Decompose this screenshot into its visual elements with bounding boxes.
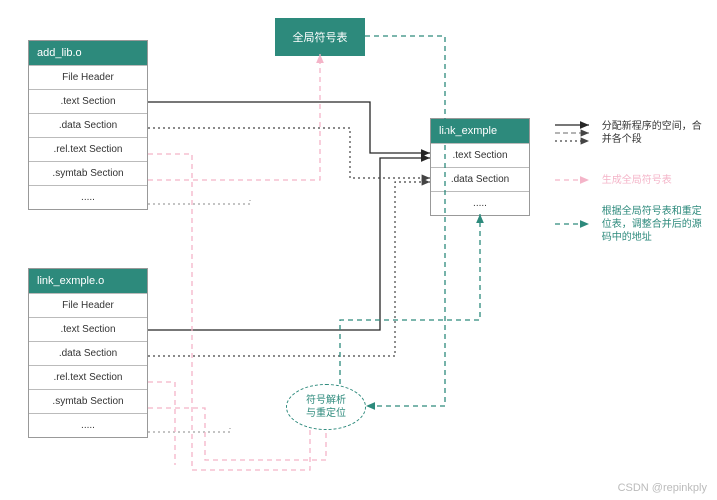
ellipse-label: 符号解析 与重定位 bbox=[306, 394, 346, 420]
box-link-exmple-o-row: .text Section bbox=[29, 317, 147, 341]
box-link-exmple-row: .data Section bbox=[431, 167, 529, 191]
arrow-obj1-text-to-output bbox=[148, 102, 430, 153]
box-link-exmple: link_exmple .text Section .data Section … bbox=[430, 118, 530, 216]
box-link-exmple-row: ..... bbox=[431, 191, 529, 215]
box-add-lib-row: ..... bbox=[29, 185, 147, 209]
box-link-exmple-o-row: File Header bbox=[29, 293, 147, 317]
arrow-obj2-data-to-output bbox=[148, 182, 430, 356]
box-add-lib: add_lib.o File Header .text Section .dat… bbox=[28, 40, 148, 210]
legend-arrow-pink bbox=[555, 177, 593, 185]
legend-entry-reloc: 根据全局符号表和重定位表，调整合并后的源码中的地址 bbox=[555, 205, 702, 244]
arrow-obj1-symtab-to-global bbox=[148, 54, 320, 180]
box-link-exmple-o-header: link_exmple.o bbox=[29, 269, 147, 293]
watermark: CSDN @repinkply bbox=[618, 482, 707, 494]
box-add-lib-header: add_lib.o bbox=[29, 41, 147, 65]
arrow-obj1-rest-to-output bbox=[148, 200, 250, 204]
box-add-lib-row: File Header bbox=[29, 65, 147, 89]
arrow-obj1-data-to-output bbox=[148, 128, 430, 178]
box-add-lib-row: .text Section bbox=[29, 89, 147, 113]
legend-text-merge: 分配新程序的空间，合并各个段 bbox=[602, 120, 702, 146]
global-symbol-table: 全局符号表 bbox=[275, 18, 365, 56]
legend-entry-merge: 分配新程序的空间，合并各个段 bbox=[555, 120, 702, 146]
box-link-exmple-o-row: ..... bbox=[29, 413, 147, 437]
box-add-lib-row: .data Section bbox=[29, 113, 147, 137]
arrow-obj1-rel-to-ellipse bbox=[148, 154, 310, 470]
diagram-canvas: add_lib.o File Header .text Section .dat… bbox=[0, 0, 717, 500]
box-add-lib-row: .symtab Section bbox=[29, 161, 147, 185]
box-link-exmple-o-row: .rel.text Section bbox=[29, 365, 147, 389]
box-link-exmple-o-row: .symtab Section bbox=[29, 389, 147, 413]
legend-text-reloc: 根据全局符号表和重定位表，调整合并后的源码中的地址 bbox=[602, 205, 702, 244]
arrow-ellipse-to-output bbox=[340, 214, 480, 384]
legend-entry-global: 生成全局符号表 bbox=[555, 174, 702, 187]
box-link-exmple-header: link_exmple bbox=[431, 119, 529, 143]
legend-arrow-green bbox=[555, 221, 593, 229]
arrow-obj2-rest-to-output bbox=[148, 428, 230, 432]
box-link-exmple-o: link_exmple.o File Header .text Section … bbox=[28, 268, 148, 438]
box-add-lib-row: .rel.text Section bbox=[29, 137, 147, 161]
box-link-exmple-o-row: .data Section bbox=[29, 341, 147, 365]
arrow-obj2-rel-to-ellipse bbox=[148, 382, 175, 465]
legend: 分配新程序的空间，合并各个段 生成全局符号表 根据全局符号表和重定位表，调整合并… bbox=[555, 120, 702, 262]
symbol-resolve-ellipse: 符号解析 与重定位 bbox=[286, 384, 366, 430]
legend-arrow-solid-black bbox=[555, 129, 593, 137]
box-link-exmple-row: .text Section bbox=[431, 143, 529, 167]
arrow-global-to-ellipse bbox=[365, 36, 445, 406]
legend-text-global: 生成全局符号表 bbox=[602, 174, 702, 187]
arrow-obj2-text-to-output bbox=[148, 158, 430, 330]
